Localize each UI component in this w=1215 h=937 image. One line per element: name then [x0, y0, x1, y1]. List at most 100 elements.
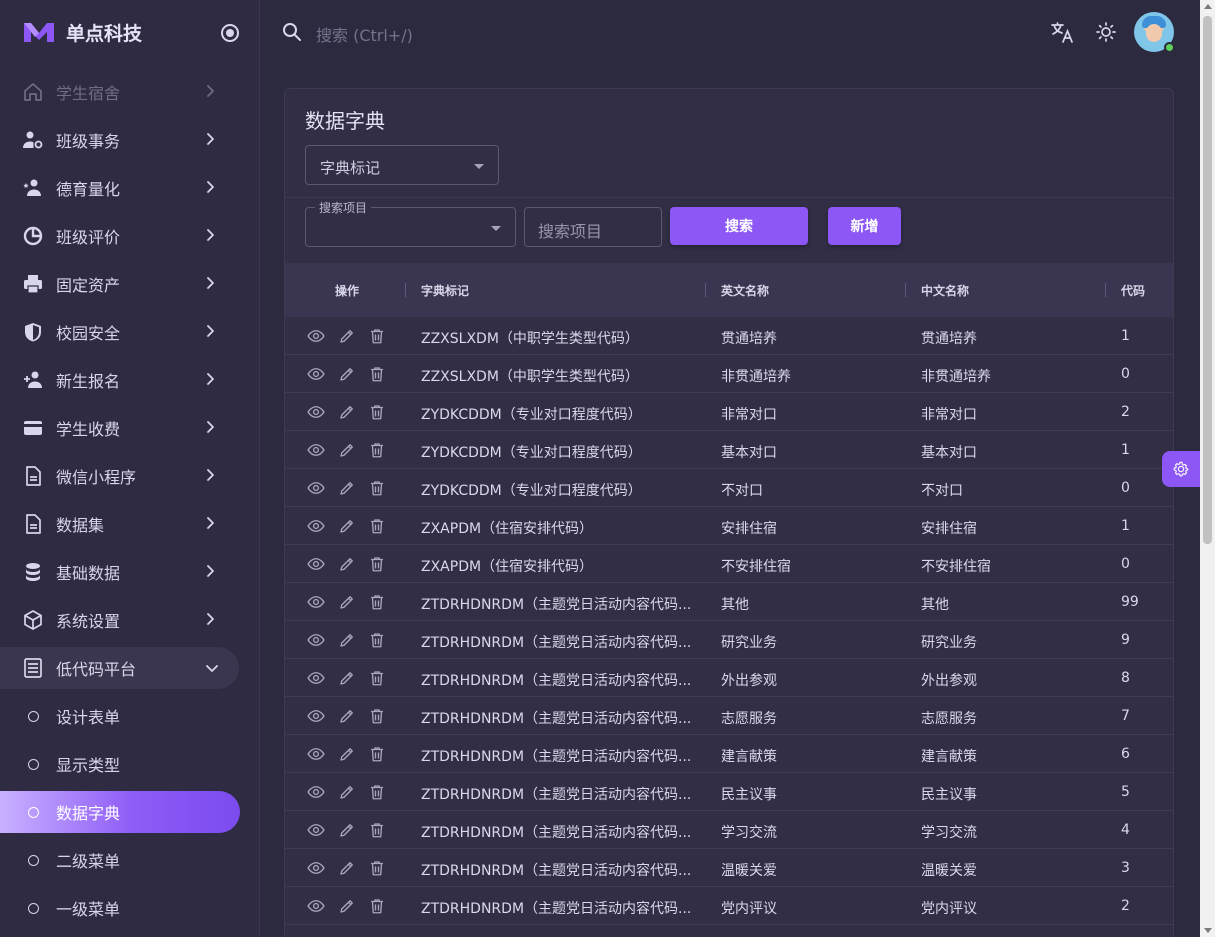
table-row[interactable]: ZTDRHDNRDM（主题党日活动内容代码... 温暖关爱 温暖关爱 3 — [285, 849, 1173, 887]
edit-pencil-icon[interactable] — [338, 517, 356, 535]
avatar[interactable] — [1134, 12, 1175, 53]
table-row[interactable]: ZZXSLXDM（中职学生类型代码） 贯通培养 贯通培养 1 — [285, 317, 1173, 355]
edit-pencil-icon[interactable] — [338, 669, 356, 687]
sidebar-subitem[interactable]: 显示类型 — [0, 740, 259, 788]
scroll-up-arrow-icon[interactable] — [1204, 4, 1212, 9]
view-eye-icon[interactable] — [307, 745, 325, 763]
edit-pencil-icon[interactable] — [338, 555, 356, 573]
view-eye-icon[interactable] — [307, 897, 325, 915]
edit-pencil-icon[interactable] — [338, 859, 356, 877]
view-eye-icon[interactable] — [307, 859, 325, 877]
view-eye-icon[interactable] — [307, 517, 325, 535]
view-eye-icon[interactable] — [307, 365, 325, 383]
delete-trash-icon[interactable] — [368, 365, 386, 383]
sidebar-item[interactable]: 微信小程序 — [0, 452, 259, 500]
delete-trash-icon[interactable] — [368, 517, 386, 535]
edit-pencil-icon[interactable] — [338, 403, 356, 421]
table-row[interactable]: ZXAPDM（住宿安排代码） 不安排住宿 不安排住宿 0 — [285, 545, 1173, 583]
scroll-down-arrow-icon[interactable] — [1204, 928, 1212, 933]
edit-pencil-icon[interactable] — [338, 327, 356, 345]
table-row[interactable]: ZTDRHDNRDM（主题党日活动内容代码... 学习交流 学习交流 4 — [285, 811, 1173, 849]
table-row[interactable]: ZTDRHDNRDM（主题党日活动内容代码... 民主议事 民主议事 5 — [285, 773, 1173, 811]
view-eye-icon[interactable] — [307, 403, 325, 421]
add-button[interactable]: 新增 — [828, 207, 901, 245]
delete-trash-icon[interactable] — [368, 327, 386, 345]
edit-pencil-icon[interactable] — [338, 365, 356, 383]
delete-trash-icon[interactable] — [368, 783, 386, 801]
edit-pencil-icon[interactable] — [338, 783, 356, 801]
edit-pencil-icon[interactable] — [338, 745, 356, 763]
delete-trash-icon[interactable] — [368, 669, 386, 687]
table-row[interactable]: ZYDKCDDM（专业对口程度代码） 不对口 不对口 0 — [285, 469, 1173, 507]
sidebar-item[interactable]: 班级事务 — [0, 116, 259, 164]
view-eye-icon[interactable] — [307, 327, 325, 345]
delete-trash-icon[interactable] — [368, 821, 386, 839]
sidebar-item[interactable]: 基础数据 — [0, 548, 259, 596]
search-keyword-input[interactable]: 搜索项目 — [524, 207, 662, 247]
sidebar-item[interactable]: 德育量化 — [0, 164, 259, 212]
sidebar-item[interactable]: 系统设置 — [0, 596, 259, 644]
column-header-chinese[interactable]: 中文名称 — [921, 282, 969, 299]
sidebar-item[interactable]: 学生收费 — [0, 404, 259, 452]
delete-trash-icon[interactable] — [368, 479, 386, 497]
edit-pencil-icon[interactable] — [338, 441, 356, 459]
table-row[interactable]: ZZXSLXDM（中职学生类型代码） 非贯通培养 非贯通培养 0 — [285, 355, 1173, 393]
sidebar-item[interactable]: 固定资产 — [0, 260, 259, 308]
theme-sun-icon[interactable] — [1094, 20, 1118, 44]
view-eye-icon[interactable] — [307, 441, 325, 459]
delete-trash-icon[interactable] — [368, 859, 386, 877]
scrollbar-thumb[interactable] — [1203, 16, 1212, 544]
view-eye-icon[interactable] — [307, 631, 325, 649]
edit-pencil-icon[interactable] — [338, 479, 356, 497]
delete-trash-icon[interactable] — [368, 631, 386, 649]
view-eye-icon[interactable] — [307, 783, 325, 801]
edit-pencil-icon[interactable] — [338, 593, 356, 611]
view-eye-icon[interactable] — [307, 707, 325, 725]
sidebar-item[interactable]: 校园安全 — [0, 308, 259, 356]
sidebar-subitem[interactable]: 一级菜单 — [0, 884, 259, 932]
table-row[interactable]: ZXAPDM（住宿安排代码） 安排住宿 安排住宿 1 — [285, 507, 1173, 545]
search-input[interactable]: 搜索 (Ctrl+/) — [316, 22, 413, 46]
view-eye-icon[interactable] — [307, 821, 325, 839]
view-eye-icon[interactable] — [307, 479, 325, 497]
table-row[interactable]: ZTDRHDNRDM（主题党日活动内容代码... 党内评议 党内评议 2 — [285, 887, 1173, 925]
delete-trash-icon[interactable] — [368, 593, 386, 611]
table-row[interactable]: ZTDRHDNRDM（主题党日活动内容代码... 研究业务 研究业务 9 — [285, 621, 1173, 659]
view-eye-icon[interactable] — [307, 669, 325, 687]
table-row[interactable]: ZTDRHDNRDM（主题党日活动内容代码... 志愿服务 志愿服务 7 — [285, 697, 1173, 735]
delete-trash-icon[interactable] — [368, 555, 386, 573]
delete-trash-icon[interactable] — [368, 441, 386, 459]
table-row[interactable]: ZYDKCDDM（专业对口程度代码） 非常对口 非常对口 2 — [285, 393, 1173, 431]
view-eye-icon[interactable] — [307, 593, 325, 611]
sidebar-subitem[interactable]: 二级菜单 — [0, 836, 259, 884]
table-row[interactable]: ZTDRHDNRDM（主题党日活动内容代码... 外出参观 外出参观 8 — [285, 659, 1173, 697]
sidebar-subitem[interactable]: 设计表单 — [0, 692, 259, 740]
sidebar-item[interactable]: 班级评价 — [0, 212, 259, 260]
search-field-select[interactable]: 搜索项目 — [305, 199, 516, 247]
search-icon[interactable] — [282, 22, 302, 42]
translate-icon[interactable] — [1050, 20, 1074, 44]
table-row[interactable]: ZTDRHDNRDM（主题党日活动内容代码... 建言献策 建言献策 6 — [285, 735, 1173, 773]
view-eye-icon[interactable] — [307, 555, 325, 573]
table-row[interactable]: ZYDKCDDM（专业对口程度代码） 基本对口 基本对口 1 — [285, 431, 1173, 469]
delete-trash-icon[interactable] — [368, 707, 386, 725]
column-header-english[interactable]: 英文名称 — [721, 282, 769, 299]
column-header-tag[interactable]: 字典标记 — [421, 282, 469, 299]
table-row[interactable]: ZTDRHDNRDM（主题党日活动内容代码... 其他 其他 99 — [285, 583, 1173, 621]
column-header-code[interactable]: 代码 — [1121, 282, 1145, 299]
delete-trash-icon[interactable] — [368, 897, 386, 915]
delete-trash-icon[interactable] — [368, 403, 386, 421]
table-row[interactable] — [285, 925, 1173, 937]
sidebar-pin-icon[interactable] — [221, 24, 239, 42]
sidebar-item[interactable]: 学生宿舍 — [0, 68, 259, 116]
edit-pencil-icon[interactable] — [338, 897, 356, 915]
sidebar-subitem[interactable]: 数据字典 — [0, 791, 240, 833]
delete-trash-icon[interactable] — [368, 745, 386, 763]
sidebar-item[interactable]: 低代码平台 — [0, 647, 239, 689]
page-scrollbar[interactable] — [1200, 0, 1215, 937]
settings-button[interactable] — [1162, 451, 1200, 487]
search-button[interactable]: 搜索 — [670, 207, 808, 245]
sidebar-item[interactable]: 新生报名 — [0, 356, 259, 404]
edit-pencil-icon[interactable] — [338, 707, 356, 725]
sidebar-item[interactable]: 数据集 — [0, 500, 259, 548]
